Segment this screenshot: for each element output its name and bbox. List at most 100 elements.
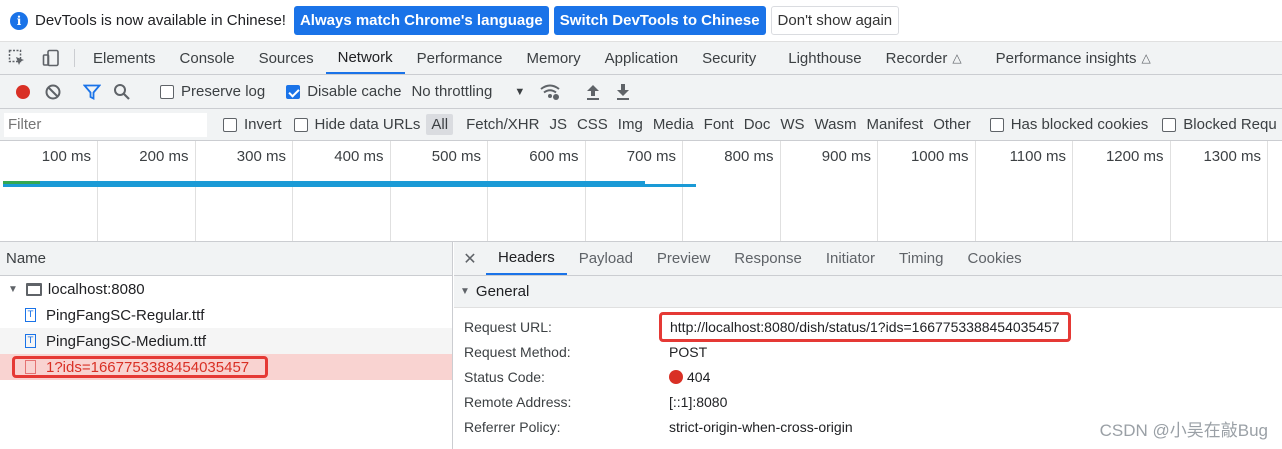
filter-toggle-button[interactable] xyxy=(77,78,107,106)
filter-type-doc[interactable]: Doc xyxy=(739,114,776,135)
timeline-tick-label: 600 ms xyxy=(529,148,579,165)
font-file-icon: T xyxy=(25,334,36,348)
hide-data-urls-label: Hide data URLs xyxy=(314,116,421,133)
request-group-localhost[interactable]: ▼ localhost:8080 xyxy=(0,276,452,302)
tab-security[interactable]: Security xyxy=(690,42,768,74)
invert-checkbox[interactable]: Invert xyxy=(223,116,282,133)
frame-window-icon xyxy=(25,282,42,296)
checkbox-box xyxy=(293,117,308,132)
header-key: Request Method: xyxy=(464,343,571,360)
status-code-value: 404 xyxy=(669,369,710,385)
checkbox-box xyxy=(989,117,1004,132)
throttling-select[interactable]: No throttling ▼ xyxy=(411,83,525,100)
general-section-title: General xyxy=(475,283,530,300)
request-details-pane: ✕ Headers Payload Preview Response Initi… xyxy=(454,242,1282,449)
name-column-header[interactable]: Name xyxy=(0,242,452,276)
timeline-tick-label: 1100 ms xyxy=(1009,148,1066,165)
disable-cache-checkbox[interactable]: Disable cache xyxy=(286,83,401,100)
has-blocked-cookies-checkbox[interactable]: Has blocked cookies xyxy=(989,116,1149,133)
record-button[interactable] xyxy=(8,78,38,106)
tab-recorder[interactable]: Recorder △ xyxy=(874,42,974,74)
clear-button[interactable] xyxy=(38,78,68,106)
tab-timing[interactable]: Timing xyxy=(887,242,955,275)
filter-type-media[interactable]: Media xyxy=(648,114,699,135)
header-row-remote-address: Remote Address: [::1]:8080 xyxy=(454,389,1282,414)
filter-type-font[interactable]: Font xyxy=(699,114,739,135)
timeline-tick-label: 400 ms xyxy=(334,148,384,165)
request-row-font-regular[interactable]: T PingFangSC-Regular.ttf xyxy=(0,302,452,328)
download-icon xyxy=(617,83,630,100)
upload-icon xyxy=(587,84,600,100)
request-name: 1?ids=1667753388454035457 xyxy=(46,358,250,376)
tab-performance[interactable]: Performance xyxy=(405,42,515,74)
filter-type-other[interactable]: Other xyxy=(928,114,976,135)
request-method-value: POST xyxy=(669,343,708,360)
divider xyxy=(74,49,75,67)
checkbox-box xyxy=(160,84,174,99)
hide-data-urls-checkbox[interactable]: Hide data URLs xyxy=(293,116,421,133)
has-blocked-cookies-label: Has blocked cookies xyxy=(1010,116,1149,133)
import-har-button[interactable] xyxy=(578,78,608,106)
tab-lighthouse[interactable]: Lighthouse xyxy=(768,42,873,74)
referrer-policy-value: strict-origin-when-cross-origin xyxy=(669,418,853,435)
header-key: Remote Address: xyxy=(464,393,572,410)
highlight-annotation-box: 1?ids=1667753388454035457 xyxy=(12,356,269,378)
network-conditions-button[interactable] xyxy=(535,78,565,106)
filter-type-all[interactable]: All xyxy=(426,114,454,135)
filter-type-ws[interactable]: WS xyxy=(775,114,809,135)
request-name: PingFangSC-Regular.ttf xyxy=(46,306,205,324)
tab-payload[interactable]: Payload xyxy=(567,242,645,275)
watermark: CSDN @小吴在敲Bug xyxy=(1099,421,1268,440)
filter-type-fetch-xhr[interactable]: Fetch/XHR xyxy=(461,114,544,135)
filter-input[interactable] xyxy=(4,112,207,137)
switch-to-chinese-button[interactable]: Switch DevTools to Chinese xyxy=(553,6,766,35)
tab-application[interactable]: Application xyxy=(593,42,690,74)
filter-type-manifest[interactable]: Manifest xyxy=(862,114,929,135)
blocked-requests-checkbox[interactable]: Blocked Requ xyxy=(1162,116,1277,133)
filter-type-img[interactable]: Img xyxy=(613,114,648,135)
tab-cookies[interactable]: Cookies xyxy=(955,242,1033,275)
tab-network[interactable]: Network xyxy=(325,42,405,74)
checkbox-box-checked xyxy=(286,84,301,99)
tab-console[interactable]: Console xyxy=(168,42,247,74)
filter-type-wasm[interactable]: Wasm xyxy=(810,114,862,135)
timeline-tick-label: 700 ms xyxy=(626,148,676,165)
timeline-tick-label: 200 ms xyxy=(139,148,189,165)
preserve-log-checkbox[interactable]: Preserve log xyxy=(160,83,265,100)
filter-type-css[interactable]: CSS xyxy=(572,114,613,135)
device-toolbar-icon[interactable] xyxy=(34,42,68,74)
tab-elements[interactable]: Elements xyxy=(81,42,168,74)
tab-preview[interactable]: Preview xyxy=(645,242,722,275)
request-row-font-medium[interactable]: T PingFangSC-Medium.ttf xyxy=(0,328,452,354)
timeline-tick-label: 900 ms xyxy=(821,148,871,165)
dont-show-again-button[interactable]: Don't show again xyxy=(770,6,900,35)
general-section-header[interactable]: ▼ General xyxy=(454,276,1282,308)
devtools-tab-strip: Elements Console Sources Network Perform… xyxy=(0,42,1282,75)
timeline-tick-label: 500 ms xyxy=(431,148,481,165)
timeline-gridline xyxy=(1267,141,1268,241)
request-row-failed[interactable]: 1?ids=1667753388454035457 xyxy=(0,354,452,380)
network-overview-timeline[interactable]: 100 ms 200 ms 300 ms 400 ms 500 ms 600 ms 700 … xyxy=(0,141,1282,242)
font-file-icon: T xyxy=(25,308,36,322)
timeline-tick-label: 300 ms xyxy=(236,148,286,165)
timeline-tick-label: 1300 ms xyxy=(1203,148,1261,165)
search-button[interactable] xyxy=(107,78,137,106)
tab-sources[interactable]: Sources xyxy=(247,42,326,74)
tab-response[interactable]: Response xyxy=(722,242,814,275)
always-match-language-button[interactable]: Always match Chrome's language xyxy=(293,6,549,35)
close-details-icon[interactable]: ✕ xyxy=(454,242,486,275)
remote-address-value: [::1]:8080 xyxy=(669,393,728,410)
header-row-request-method: Request Method: POST xyxy=(454,339,1282,364)
filter-type-js[interactable]: JS xyxy=(544,114,572,135)
request-name: PingFangSC-Medium.ttf xyxy=(46,332,207,350)
dropdown-arrow-icon: ▼ xyxy=(514,85,526,98)
timeline-bar-request xyxy=(3,184,696,187)
status-code-text: 404 xyxy=(687,368,711,385)
tab-performance-insights[interactable]: Performance insights △ xyxy=(974,42,1163,74)
tab-headers[interactable]: Headers xyxy=(486,242,567,275)
export-har-button[interactable] xyxy=(608,78,638,106)
timeline-tick-label: 1200 ms xyxy=(1105,148,1164,165)
tab-memory[interactable]: Memory xyxy=(515,42,593,74)
tab-initiator[interactable]: Initiator xyxy=(814,242,887,275)
inspect-element-icon[interactable] xyxy=(0,42,34,74)
